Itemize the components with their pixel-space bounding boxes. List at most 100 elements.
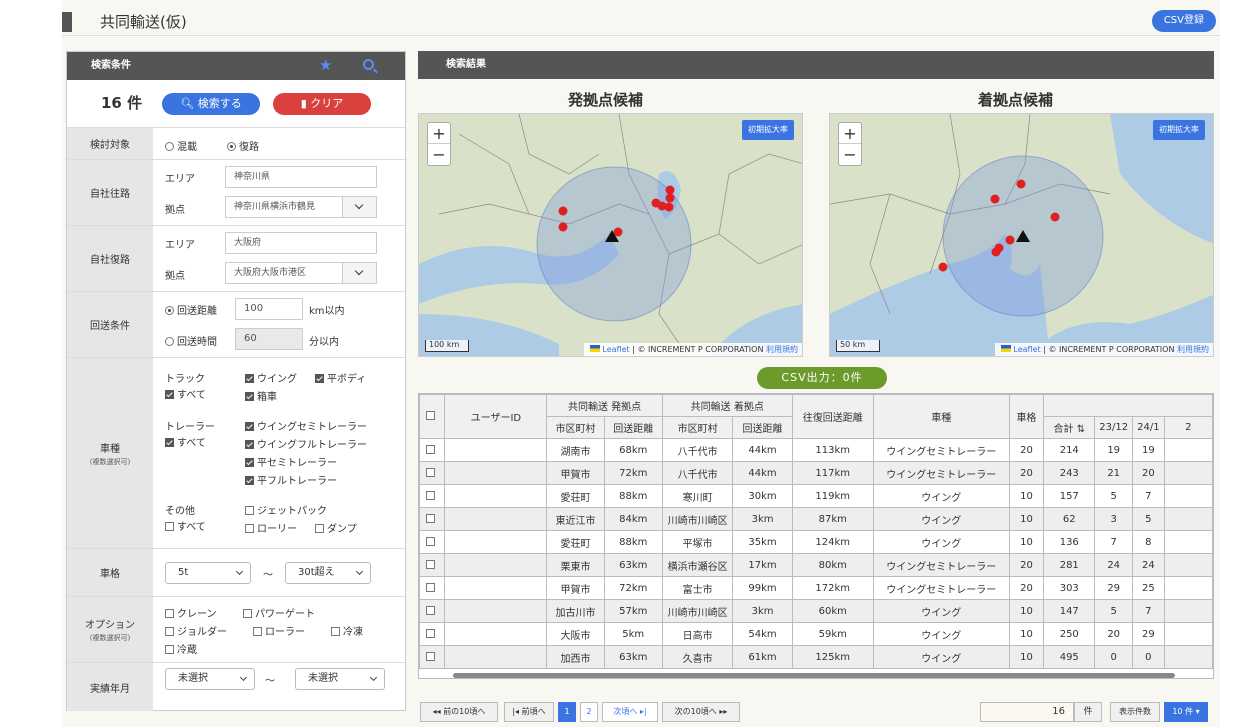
table-row[interactable]: 東近江市 84km 川崎市川崎区 3km 87km ウイング 10 62 3 5 [419, 507, 1213, 531]
dest-map[interactable]: + − 初期拡大率 50 km Leaflet | © INCREMENT P C… [829, 113, 1214, 357]
col-dest-city[interactable]: 市区町村 [661, 416, 734, 439]
table-row[interactable]: 愛荘町 88km 平塚市 35km 124km ウイング 10 136 7 8 [419, 530, 1213, 554]
prev-10-pages-button[interactable]: ◂◂ 前の10頃へ [420, 702, 498, 722]
option-freezer-checkbox[interactable]: 冷凍 [331, 623, 363, 638]
option-jolder-checkbox[interactable]: ジョルダー [165, 623, 227, 638]
marker-dot[interactable] [990, 194, 1000, 204]
other-lorry-checkbox[interactable]: ローリー [245, 520, 297, 535]
col-size[interactable]: 車格 [1008, 394, 1045, 439]
col-total[interactable]: 合計 ⇅ [1043, 416, 1096, 439]
zoom-in-button[interactable]: + [428, 123, 450, 144]
marker-dot[interactable] [1016, 179, 1026, 189]
row-checkbox[interactable] [426, 467, 436, 477]
terms-link[interactable]: 利用規約 [1177, 345, 1209, 354]
truck-box-checkbox[interactable]: 箱車 [245, 388, 277, 403]
trailer-all-checkbox[interactable]: すべて [165, 434, 206, 449]
return-base-select[interactable]: 大阪府大阪市港区 [225, 262, 377, 284]
table-row[interactable]: 甲賀市 72km 富士市 99km 172km ウイングセミトレーラー 20 303 29 25 [419, 576, 1213, 600]
col-origin-distance[interactable]: 回送距離 [603, 416, 663, 439]
return-area-input[interactable]: 大阪府 [225, 232, 377, 254]
csv-register-button[interactable]: CSV登録 [1151, 10, 1216, 32]
row-checkbox[interactable] [426, 582, 436, 592]
row-checkbox[interactable] [426, 513, 436, 523]
table-row[interactable]: 加西市 63km 久喜市 61km 125km ウイング 10 495 0 0 [419, 645, 1213, 669]
zoom-out-button[interactable]: − [428, 144, 450, 165]
csv-output-button[interactable]: CSV出力：0件 [757, 367, 887, 389]
col-round-distance[interactable]: 往復回送距離 [791, 394, 874, 439]
table-row[interactable]: 加古川市 57km 川崎市川崎区 3km 60km ウイング 10 147 5 7 [419, 599, 1213, 623]
table-row[interactable]: 愛荘町 88km 寒川町 30km 119km ウイング 10 157 5 7 [419, 484, 1213, 508]
marker-dot[interactable] [1005, 235, 1015, 245]
col-user-id[interactable]: ユーザーID [444, 394, 548, 439]
leaflet-link[interactable]: Leaflet [602, 345, 629, 354]
zoom-out-button[interactable]: − [839, 144, 861, 165]
next-page-button[interactable]: 次頃へ ▸| [602, 702, 658, 722]
option-powergate-checkbox[interactable]: パワーゲート [243, 605, 315, 620]
time-radio[interactable]: 回送時間 [165, 333, 217, 348]
prev-page-button[interactable]: |◂ 前頃へ [504, 702, 554, 722]
col-vehicle-type[interactable]: 車種 [872, 394, 1010, 439]
period-to-select[interactable]: 未選択 [295, 668, 385, 690]
col-dest-distance[interactable]: 回送距離 [732, 416, 793, 439]
zoom-search-icon[interactable] [363, 59, 374, 70]
size-from-select[interactable]: 5t [165, 562, 251, 584]
marker-dot[interactable] [665, 193, 675, 203]
option-crane-checkbox[interactable]: クレーン [165, 605, 217, 620]
table-row[interactable]: 甲賀市 72km 八千代市 44km 117km ウイングセミトレーラー 20 243 21 20 [419, 461, 1213, 485]
row-checkbox[interactable] [426, 444, 436, 454]
marker-dot[interactable] [665, 185, 675, 195]
table-row[interactable]: 栗東市 63km 横浜市瀬谷区 17km 80km ウイングセミトレーラー 20 281 24 2… [419, 553, 1213, 577]
page-2-button[interactable]: 2 [580, 702, 598, 722]
marker-dot[interactable] [938, 262, 948, 272]
row-checkbox[interactable] [426, 651, 436, 661]
clear-button[interactable]: ▮ クリア [273, 93, 371, 115]
target-option-mixed[interactable]: 混載 [165, 138, 197, 153]
target-option-return[interactable]: 復路 [227, 138, 259, 153]
trailer-wing-semi-checkbox[interactable]: ウイングセミトレーラー [245, 418, 367, 433]
star-icon[interactable]: ★ [319, 58, 332, 73]
other-jetpack-checkbox[interactable]: ジェットパック [245, 502, 327, 517]
select-all-checkbox[interactable] [426, 411, 436, 420]
col-origin-city[interactable]: 市区町村 [546, 416, 605, 439]
row-checkbox[interactable] [426, 559, 436, 569]
truck-all-checkbox[interactable]: すべて [165, 386, 206, 401]
distance-input[interactable]: 100 [235, 298, 303, 320]
distance-radio[interactable]: 回送距離 [165, 302, 217, 317]
row-checkbox[interactable] [426, 628, 436, 638]
time-input[interactable]: 60 [235, 328, 303, 350]
marker-dot[interactable] [1050, 212, 1060, 222]
trailer-wing-full-checkbox[interactable]: ウイングフルトレーラー [245, 436, 367, 451]
next-10-pages-button[interactable]: 次の10頃へ ▸▸ [662, 702, 740, 722]
period-from-select[interactable]: 未選択 [165, 668, 255, 690]
marker-dot[interactable] [558, 222, 568, 232]
outbound-area-input[interactable]: 神奈川県 [225, 166, 377, 188]
truck-flat-checkbox[interactable]: 平ボディ [315, 370, 366, 385]
option-fridge-checkbox[interactable]: 冷蔵 [165, 641, 197, 656]
trailer-flat-semi-checkbox[interactable]: 平セミトレーラー [245, 454, 337, 469]
row-checkbox[interactable] [426, 536, 436, 546]
row-checkbox[interactable] [426, 490, 436, 500]
row-checkbox[interactable] [426, 605, 436, 615]
dest-init-zoom-button[interactable]: 初期拡大率 [1153, 120, 1205, 140]
table-row[interactable]: 大阪市 5km 日高市 54km 59km ウイング 10 250 20 29 [419, 622, 1213, 646]
marker-dot[interactable] [664, 202, 674, 212]
other-dump-checkbox[interactable]: ダンプ [315, 520, 357, 535]
size-to-select[interactable]: 30t超え [285, 562, 371, 584]
zoom-in-button[interactable]: + [839, 123, 861, 144]
other-all-checkbox[interactable]: すべて [165, 518, 206, 533]
table-row[interactable]: 湖南市 68km 八千代市 44km 113km ウイングセミトレーラー 20 214 19 19 [419, 438, 1213, 462]
leaflet-link[interactable]: Leaflet [1013, 345, 1040, 354]
trailer-flat-full-checkbox[interactable]: 平フルトレーラー [245, 472, 337, 487]
horizontal-scrollbar[interactable] [453, 673, 1175, 678]
origin-init-zoom-button[interactable]: 初期拡大率 [742, 120, 794, 140]
terms-link[interactable]: 利用規約 [766, 345, 798, 354]
outbound-base-select[interactable]: 神奈川県横浜市鶴見 [225, 196, 377, 218]
marker-dot[interactable] [558, 206, 568, 216]
truck-wing-checkbox[interactable]: ウイング [245, 370, 297, 385]
origin-map[interactable]: + − 初期拡大率 100 km Leaflet | © INCREMENT P … [418, 113, 803, 357]
per-page-select[interactable]: 10 件 ▾ [1164, 702, 1208, 722]
search-button[interactable]: 🔍︎ 検索する [162, 93, 260, 115]
option-roller-checkbox[interactable]: ローラー [253, 623, 305, 638]
marker-dot[interactable] [991, 247, 1001, 257]
page-1-button[interactable]: 1 [558, 702, 576, 722]
